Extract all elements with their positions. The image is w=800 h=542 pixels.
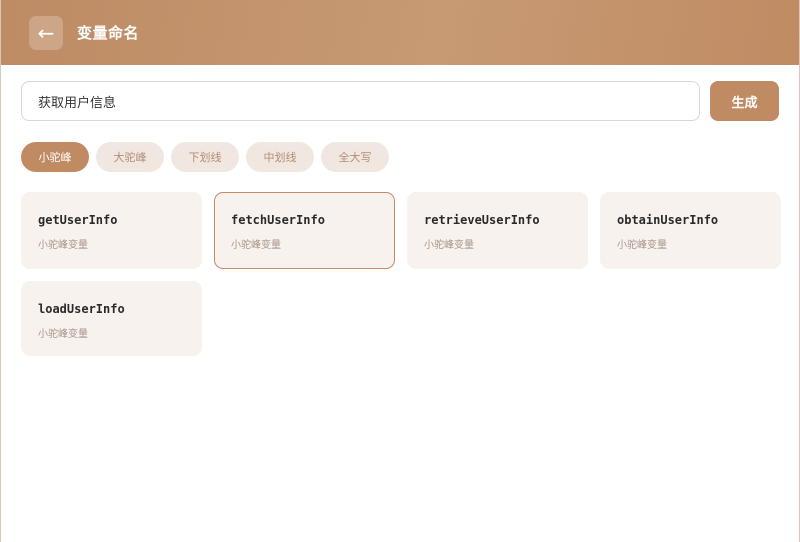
result-type: 小驼峰变量 bbox=[38, 329, 88, 340]
result-type: 小驼峰变量 bbox=[617, 240, 667, 251]
result-name: obtainUserInfo bbox=[617, 213, 719, 227]
tab-snake-case[interactable]: 下划线 bbox=[171, 142, 239, 172]
result-name: loadUserInfo bbox=[38, 302, 125, 316]
result-type: 小驼峰变量 bbox=[38, 240, 88, 251]
result-type: 小驼峰变量 bbox=[231, 240, 281, 251]
page-title: 变量命名 bbox=[77, 24, 140, 42]
back-arrow-icon[interactable]: ← bbox=[29, 15, 63, 50]
result-card[interactable]: loadUserInfo 小驼峰变量 bbox=[21, 281, 202, 356]
tab-upper-case[interactable]: 全大写 bbox=[321, 142, 389, 172]
tab-kebab-case[interactable]: 中划线 bbox=[246, 142, 314, 172]
results-grid: getUserInfo 小驼峰变量 fetchUserInfo 小驼峰变量 re… bbox=[1, 172, 799, 356]
tab-upper-camel[interactable]: 大驼峰 bbox=[96, 142, 164, 172]
result-name: getUserInfo bbox=[38, 213, 118, 227]
result-card[interactable]: obtainUserInfo 小驼峰变量 bbox=[600, 192, 781, 269]
result-card[interactable]: getUserInfo 小驼峰变量 bbox=[21, 192, 202, 269]
result-type: 小驼峰变量 bbox=[424, 240, 474, 251]
result-name: retrieveUserInfo bbox=[424, 213, 540, 227]
result-card-selected[interactable]: fetchUserInfo 小驼峰变量 bbox=[214, 192, 395, 269]
generate-button[interactable]: 生成 bbox=[710, 81, 779, 121]
tab-lower-camel[interactable]: 小驼峰 bbox=[21, 142, 89, 172]
description-input[interactable] bbox=[21, 81, 700, 121]
input-row: 生成 bbox=[1, 65, 799, 121]
result-card[interactable]: retrieveUserInfo 小驼峰变量 bbox=[407, 192, 588, 269]
header-bar: ← 变量命名 bbox=[1, 0, 799, 65]
case-style-tabs: 小驼峰 大驼峰 下划线 中划线 全大写 bbox=[1, 121, 799, 172]
result-name: fetchUserInfo bbox=[231, 213, 325, 227]
app-window: ← 变量命名 生成 小驼峰 大驼峰 下划线 中划线 全大写 getUserInf… bbox=[0, 0, 800, 542]
